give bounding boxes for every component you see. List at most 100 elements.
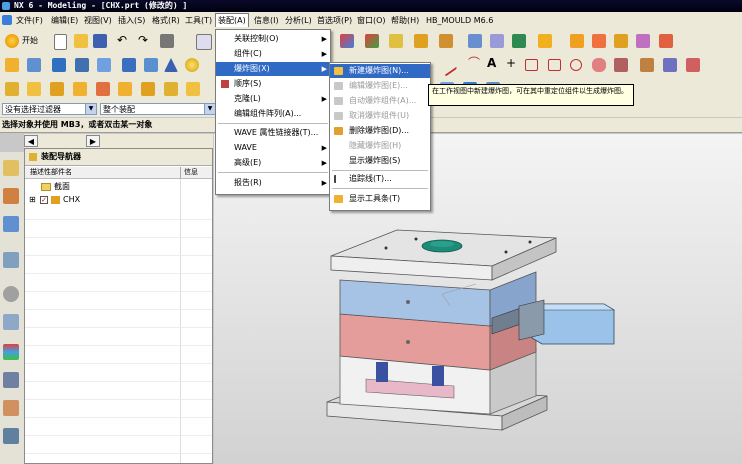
checkbox-checked-icon[interactable]: ✓ [40, 196, 48, 204]
menu-item-reports[interactable]: 报告(R) ▶ [216, 176, 330, 190]
point-icon[interactable] [389, 34, 403, 48]
text-icon[interactable]: A [487, 56, 496, 70]
measure-icon[interactable] [414, 34, 428, 48]
mesh-icon[interactable] [490, 34, 504, 48]
redo-icon[interactable]: ↷ [138, 33, 148, 47]
menu-item-delete-explosion[interactable]: 删除爆炸图(D)... [330, 124, 430, 138]
mold-tool-1-icon[interactable] [570, 34, 584, 48]
plus-point-icon[interactable]: + [506, 56, 516, 70]
ellipse-icon[interactable] [592, 58, 606, 72]
menu-item-cloning[interactable]: 克隆(L) ▶ [216, 92, 330, 106]
fit-view-icon[interactable] [196, 34, 212, 50]
menu-edit[interactable]: 编辑(E) [49, 14, 80, 27]
cone-icon[interactable] [164, 58, 178, 72]
assy-tool-8-icon[interactable] [164, 82, 178, 96]
assy-tool-3-icon[interactable] [50, 82, 64, 96]
history-tab-icon[interactable] [3, 286, 19, 302]
feature-5-icon[interactable] [97, 58, 111, 72]
menu-item-wave-interpart-link[interactable]: WAVE 属性链接器(T)... [216, 126, 330, 140]
menu-item-new-explosion[interactable]: 新建爆炸图(N)... [330, 64, 430, 78]
menu-item-tracelines[interactable]: 追踪线(T)... [330, 172, 430, 186]
polygon-icon[interactable] [548, 59, 561, 71]
menu-information[interactable]: 信息(I) [252, 14, 281, 27]
project-curve-icon[interactable] [663, 58, 677, 72]
circle-icon[interactable] [570, 59, 582, 71]
menu-hb-mould[interactable]: HB_MOULD M6.6 [424, 14, 495, 27]
cylinder-icon[interactable] [144, 58, 158, 72]
menu-item-wave[interactable]: WAVE ▶ [216, 141, 330, 155]
trim-curve-icon[interactable] [686, 58, 700, 72]
mold-tool-2-icon[interactable] [592, 34, 606, 48]
start-button-label[interactable]: 开始 [22, 34, 38, 48]
shape-icon[interactable] [512, 34, 526, 48]
feature-1-icon[interactable] [5, 58, 19, 72]
open-folder-icon[interactable] [74, 34, 88, 48]
mold-tool-4-icon[interactable] [636, 34, 650, 48]
system-scenes-tab-icon[interactable] [3, 428, 19, 444]
offset-curve-icon[interactable] [640, 58, 654, 72]
menu-item-association-control[interactable]: 关联控制(O) ▶ [216, 32, 330, 46]
web-browser-tab-icon[interactable] [3, 252, 19, 268]
cube-icon[interactable] [122, 58, 136, 72]
assy-tool-9-icon[interactable] [186, 82, 200, 96]
new-file-icon[interactable] [54, 34, 67, 50]
menu-insert[interactable]: 插入(S) [116, 14, 147, 27]
surface-icon[interactable] [468, 34, 482, 48]
mold-tool-5-icon[interactable] [659, 34, 673, 48]
extrude-icon[interactable] [538, 34, 552, 48]
menu-view[interactable]: 视图(V) [82, 14, 114, 27]
menu-format[interactable]: 格式(R) [150, 14, 182, 27]
feature-4-icon[interactable] [75, 58, 89, 72]
menu-item-sequencing[interactable]: 顺序(S) [216, 77, 330, 91]
rectangle-icon[interactable] [525, 59, 538, 71]
column-description[interactable]: 描述性部件名 [30, 167, 72, 178]
chevron-down-icon[interactable]: ▼ [204, 104, 215, 114]
feature-3-icon[interactable] [52, 58, 66, 72]
menu-item-show-explosion[interactable]: 显示爆炸图(S) [330, 154, 430, 168]
sketch-icon[interactable] [340, 34, 354, 48]
assembly-navigator-tab-icon[interactable] [3, 160, 19, 176]
assy-tool-1-icon[interactable] [5, 82, 19, 96]
menu-help[interactable]: 帮助(H) [389, 14, 421, 27]
scroll-left-icon[interactable]: ◀ [24, 135, 38, 147]
assembly-scope-combo[interactable]: 整个装配 ▼ [100, 103, 216, 115]
feature-2-icon[interactable] [27, 58, 41, 72]
tree-row-chx[interactable]: ⊞ ✓ CHX [25, 194, 212, 206]
expand-icon[interactable]: ⊞ [29, 194, 36, 206]
datum-icon[interactable] [439, 34, 453, 48]
column-info[interactable]: 信息 [184, 167, 198, 178]
process-studio-tab-icon[interactable] [3, 372, 19, 388]
visualization-tab-icon[interactable] [3, 344, 19, 360]
menu-analysis[interactable]: 分析(L) [283, 14, 314, 27]
selection-filter-combo[interactable]: 没有选择过滤器 ▼ [2, 103, 97, 115]
system-materials-tab-icon[interactable] [3, 314, 19, 330]
arc-icon[interactable]: ⌒ [468, 56, 480, 70]
start-icon[interactable] [5, 34, 19, 48]
menu-item-components[interactable]: 组件(C) ▶ [216, 47, 330, 61]
undo-icon[interactable]: ↶ [117, 33, 127, 47]
reuse-library-tab-icon[interactable] [3, 216, 19, 232]
menu-window[interactable]: 窗口(O) [355, 14, 388, 27]
assy-tool-6-icon[interactable] [118, 82, 132, 96]
save-icon[interactable] [93, 34, 107, 48]
sphere-icon[interactable] [185, 58, 199, 72]
menu-item-exploded-views[interactable]: 爆炸图(X) ▶ [216, 62, 330, 76]
menu-item-advanced[interactable]: 高级(E) ▶ [216, 156, 330, 170]
assy-tool-5-icon[interactable] [96, 82, 110, 96]
assy-tool-4-icon[interactable] [73, 82, 87, 96]
menu-item-show-toolbar[interactable]: 显示工具条(T) [330, 192, 430, 206]
menu-file[interactable]: 文件(F) [14, 14, 45, 27]
command-finder-icon[interactable] [160, 34, 174, 48]
spline-icon[interactable] [614, 58, 628, 72]
curve-icon[interactable] [365, 34, 379, 48]
line-icon[interactable] [436, 55, 458, 77]
assy-tool-2-icon[interactable] [27, 82, 41, 96]
tree-row-section[interactable]: 截面 [25, 181, 212, 193]
menu-item-edit-component-array[interactable]: 编辑组件阵列(A)... [216, 107, 330, 121]
menu-preferences[interactable]: 首选项(P) [315, 14, 354, 27]
mold-tool-3-icon[interactable] [614, 34, 628, 48]
scroll-right-icon[interactable]: ▶ [86, 135, 100, 147]
assy-tool-7-icon[interactable] [141, 82, 155, 96]
menu-assembly[interactable]: 装配(A) [215, 13, 249, 27]
menu-tools[interactable]: 工具(T) [183, 14, 214, 27]
